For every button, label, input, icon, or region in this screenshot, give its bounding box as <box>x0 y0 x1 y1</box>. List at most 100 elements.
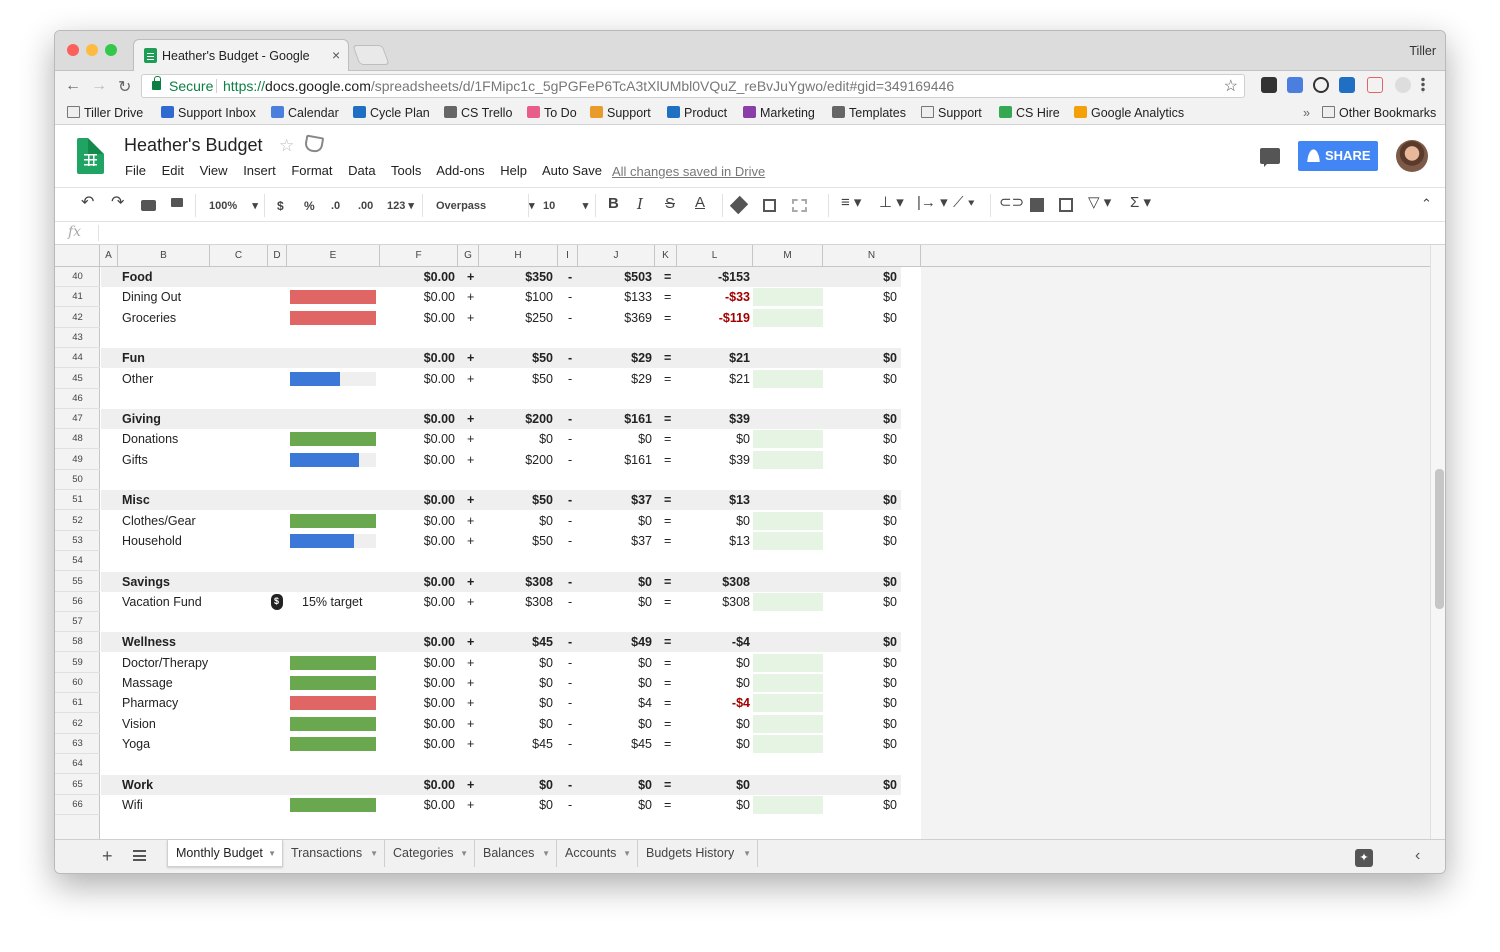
rollover-value[interactable]: $0.00 <box>379 490 455 510</box>
rollover-value[interactable]: $0.00 <box>379 511 455 531</box>
minus-sign[interactable]: - <box>568 714 572 734</box>
pdf-ext-icon[interactable] <box>1367 77 1383 93</box>
entry-cell[interactable] <box>753 450 823 469</box>
tab-close-icon[interactable]: × <box>332 47 340 63</box>
equals-sign[interactable]: = <box>664 714 671 734</box>
category-name[interactable]: Clothes/Gear <box>122 511 196 531</box>
remaining-value[interactable]: -$4 <box>677 632 750 652</box>
budget-value[interactable]: $0 <box>479 429 553 449</box>
remaining-value[interactable]: -$119 <box>677 308 750 328</box>
column-header-j[interactable]: J <box>578 245 655 267</box>
n-column-value[interactable]: $0 <box>823 572 897 592</box>
row-header[interactable]: 65 <box>55 775 100 795</box>
plus-sign[interactable]: + <box>467 572 474 592</box>
select-all-corner[interactable] <box>55 245 100 267</box>
collapse-side-panel-icon[interactable]: ‹ <box>1415 847 1420 865</box>
budget-value[interactable]: $0 <box>479 693 553 713</box>
budget-value[interactable]: $0 <box>479 775 553 795</box>
equals-sign[interactable]: = <box>664 795 671 815</box>
minus-sign[interactable]: - <box>568 572 572 592</box>
equals-sign[interactable]: = <box>664 734 671 754</box>
remaining-value[interactable]: $0 <box>677 795 750 815</box>
remaining-value[interactable]: $21 <box>677 348 750 368</box>
equals-sign[interactable]: = <box>664 490 671 510</box>
entry-cell[interactable] <box>753 369 823 388</box>
menu-help[interactable]: Help <box>500 163 527 178</box>
menu-auto-save[interactable]: Auto Save <box>542 163 602 178</box>
row-header[interactable]: 62 <box>55 714 100 734</box>
bookmark-product[interactable]: Product <box>667 105 727 121</box>
budget-value[interactable]: $50 <box>479 490 553 510</box>
plus-sign[interactable]: + <box>467 267 474 287</box>
row-header[interactable]: 51 <box>55 490 100 511</box>
actual-value[interactable]: $0 <box>578 429 652 449</box>
collapse-toolbar-icon[interactable]: ⌃ <box>1421 196 1432 212</box>
actual-value[interactable]: $369 <box>578 308 652 328</box>
n-column-value[interactable]: $0 <box>823 592 897 612</box>
menu-data[interactable]: Data <box>348 163 375 178</box>
avatar[interactable] <box>1396 140 1428 172</box>
menu-file[interactable]: File <box>125 163 146 178</box>
column-header-l[interactable]: L <box>677 245 753 267</box>
minus-sign[interactable]: - <box>568 429 572 449</box>
minus-sign[interactable]: - <box>568 531 572 551</box>
plus-sign[interactable]: + <box>467 653 474 673</box>
equals-sign[interactable]: = <box>664 429 671 449</box>
remaining-value[interactable]: $39 <box>677 450 750 470</box>
entry-cell[interactable] <box>753 511 823 530</box>
row-header[interactable]: 49 <box>55 450 100 470</box>
column-header-g[interactable]: G <box>458 245 479 267</box>
minus-sign[interactable]: - <box>568 490 572 510</box>
plus-sign[interactable]: + <box>467 308 474 328</box>
actual-value[interactable]: $49 <box>578 632 652 652</box>
row-header[interactable]: 46 <box>55 389 100 409</box>
row-header[interactable]: 41 <box>55 287 100 308</box>
column-header-k[interactable]: K <box>655 245 677 267</box>
plus-sign[interactable]: + <box>467 450 474 470</box>
actual-value[interactable]: $29 <box>578 369 652 389</box>
budget-value[interactable]: $50 <box>479 531 553 551</box>
plus-sign[interactable]: + <box>467 693 474 713</box>
budget-value[interactable]: $250 <box>479 308 553 328</box>
insert-chart-icon[interactable] <box>1059 198 1073 212</box>
minus-sign[interactable]: - <box>568 693 572 713</box>
plus-sign[interactable]: + <box>467 369 474 389</box>
column-header-i[interactable]: I <box>558 245 578 267</box>
remaining-value[interactable]: -$33 <box>677 287 750 307</box>
n-column-value[interactable]: $0 <box>823 693 897 713</box>
minus-sign[interactable]: - <box>568 348 572 368</box>
share-button[interactable]: SHARE <box>1298 141 1378 171</box>
budget-value[interactable]: $200 <box>479 450 553 470</box>
rollover-value[interactable]: $0.00 <box>379 734 455 754</box>
bookmark-support-inbox[interactable]: Support Inbox <box>161 105 256 121</box>
rollover-value[interactable]: $0.00 <box>379 450 455 470</box>
n-column-value[interactable]: $0 <box>823 287 897 307</box>
category-name[interactable]: Vision <box>122 714 156 734</box>
category-name[interactable]: Pharmacy <box>122 693 178 713</box>
plus-sign[interactable]: + <box>467 795 474 815</box>
close-window-button[interactable] <box>67 44 79 56</box>
n-column-value[interactable]: $0 <box>823 429 897 449</box>
reload-icon[interactable]: ↻ <box>118 77 131 97</box>
n-column-value[interactable]: $0 <box>823 632 897 652</box>
row-header[interactable]: 54 <box>55 551 100 572</box>
row-header[interactable]: 61 <box>55 693 100 714</box>
remaining-value[interactable]: $0 <box>677 775 750 795</box>
minus-sign[interactable]: - <box>568 734 572 754</box>
entry-cell[interactable] <box>753 674 823 692</box>
remaining-value[interactable]: $308 <box>677 572 750 592</box>
rollover-value[interactable]: $0.00 <box>379 673 455 693</box>
menu-tools[interactable]: Tools <box>391 163 421 178</box>
remaining-value[interactable]: -$153 <box>677 267 750 287</box>
plus-sign[interactable]: + <box>467 409 474 429</box>
n-column-value[interactable]: $0 <box>823 775 897 795</box>
budget-value[interactable]: $308 <box>479 572 553 592</box>
more-formats-button[interactable]: 123 ▾ <box>387 198 414 214</box>
bookmark-google-analytics[interactable]: Google Analytics <box>1074 105 1184 121</box>
actual-value[interactable]: $0 <box>578 592 652 612</box>
plus-sign[interactable]: + <box>467 632 474 652</box>
minus-sign[interactable]: - <box>568 795 572 815</box>
n-column-value[interactable]: $0 <box>823 673 897 693</box>
actual-value[interactable]: $0 <box>578 714 652 734</box>
sheet-tab-menu-icon[interactable]: ▼ <box>623 840 631 867</box>
